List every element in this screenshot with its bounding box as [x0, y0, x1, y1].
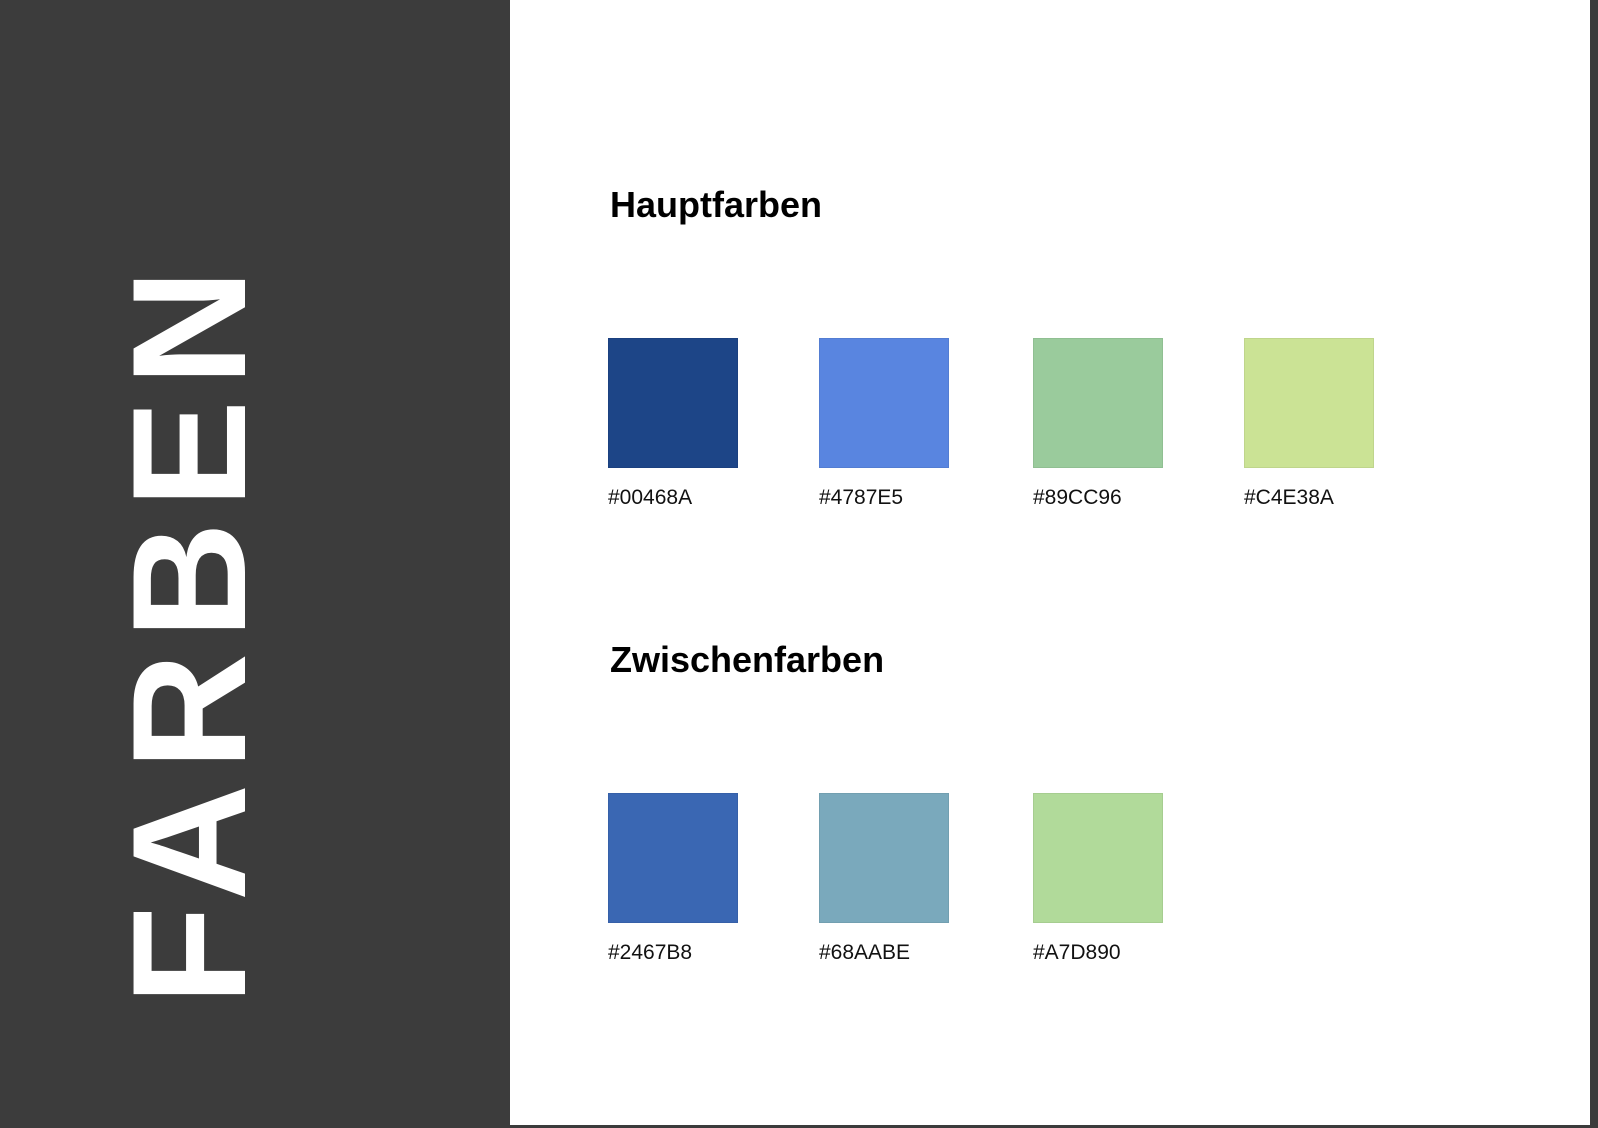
sidebar-title: FARBEN [99, 254, 280, 1006]
section-title-hauptfarben: Hauptfarben [610, 184, 823, 225]
swatch-item-89cc96: #89CC96 [1033, 338, 1163, 510]
swatch-item-2467b8: #2467B8 [608, 793, 738, 965]
section-title-zwischenfarben: Zwischenfarben [610, 639, 885, 680]
swatch-item-a7d890: #A7D890 [1033, 793, 1163, 965]
color-swatch [819, 338, 949, 468]
color-hex-label: #C4E38A [1244, 486, 1334, 509]
color-hex-label: #89CC96 [1033, 486, 1122, 509]
color-swatch [1244, 338, 1374, 468]
color-hex-label: #68AABE [819, 941, 911, 964]
swatch-item-4787e5: #4787E5 [819, 338, 949, 510]
sidebar: FARBEN [0, 0, 510, 1128]
color-hex-label: #4787E5 [819, 486, 904, 509]
swatch-item-c4e38a: #C4E38A [1244, 338, 1374, 510]
color-hex-label: #00468A [608, 486, 693, 509]
swatch-item-00468a: #00468A [608, 338, 738, 510]
color-hex-label: #2467B8 [608, 941, 693, 964]
swatch-item-68aabe: #68AABE [819, 793, 949, 965]
right-edge-bar [1590, 0, 1598, 1128]
color-hex-label: #A7D890 [1033, 941, 1121, 964]
color-swatch [608, 338, 738, 468]
color-swatch [819, 793, 949, 923]
color-swatch [1033, 338, 1163, 468]
color-palette-page: FARBEN Hauptfarben #00468A #4787E5 #89CC… [0, 0, 1598, 1128]
color-palette-content: Hauptfarben #00468A #4787E5 #89CC96 #C4E… [510, 0, 1590, 1125]
color-swatch [1033, 793, 1163, 923]
color-swatch [608, 793, 738, 923]
